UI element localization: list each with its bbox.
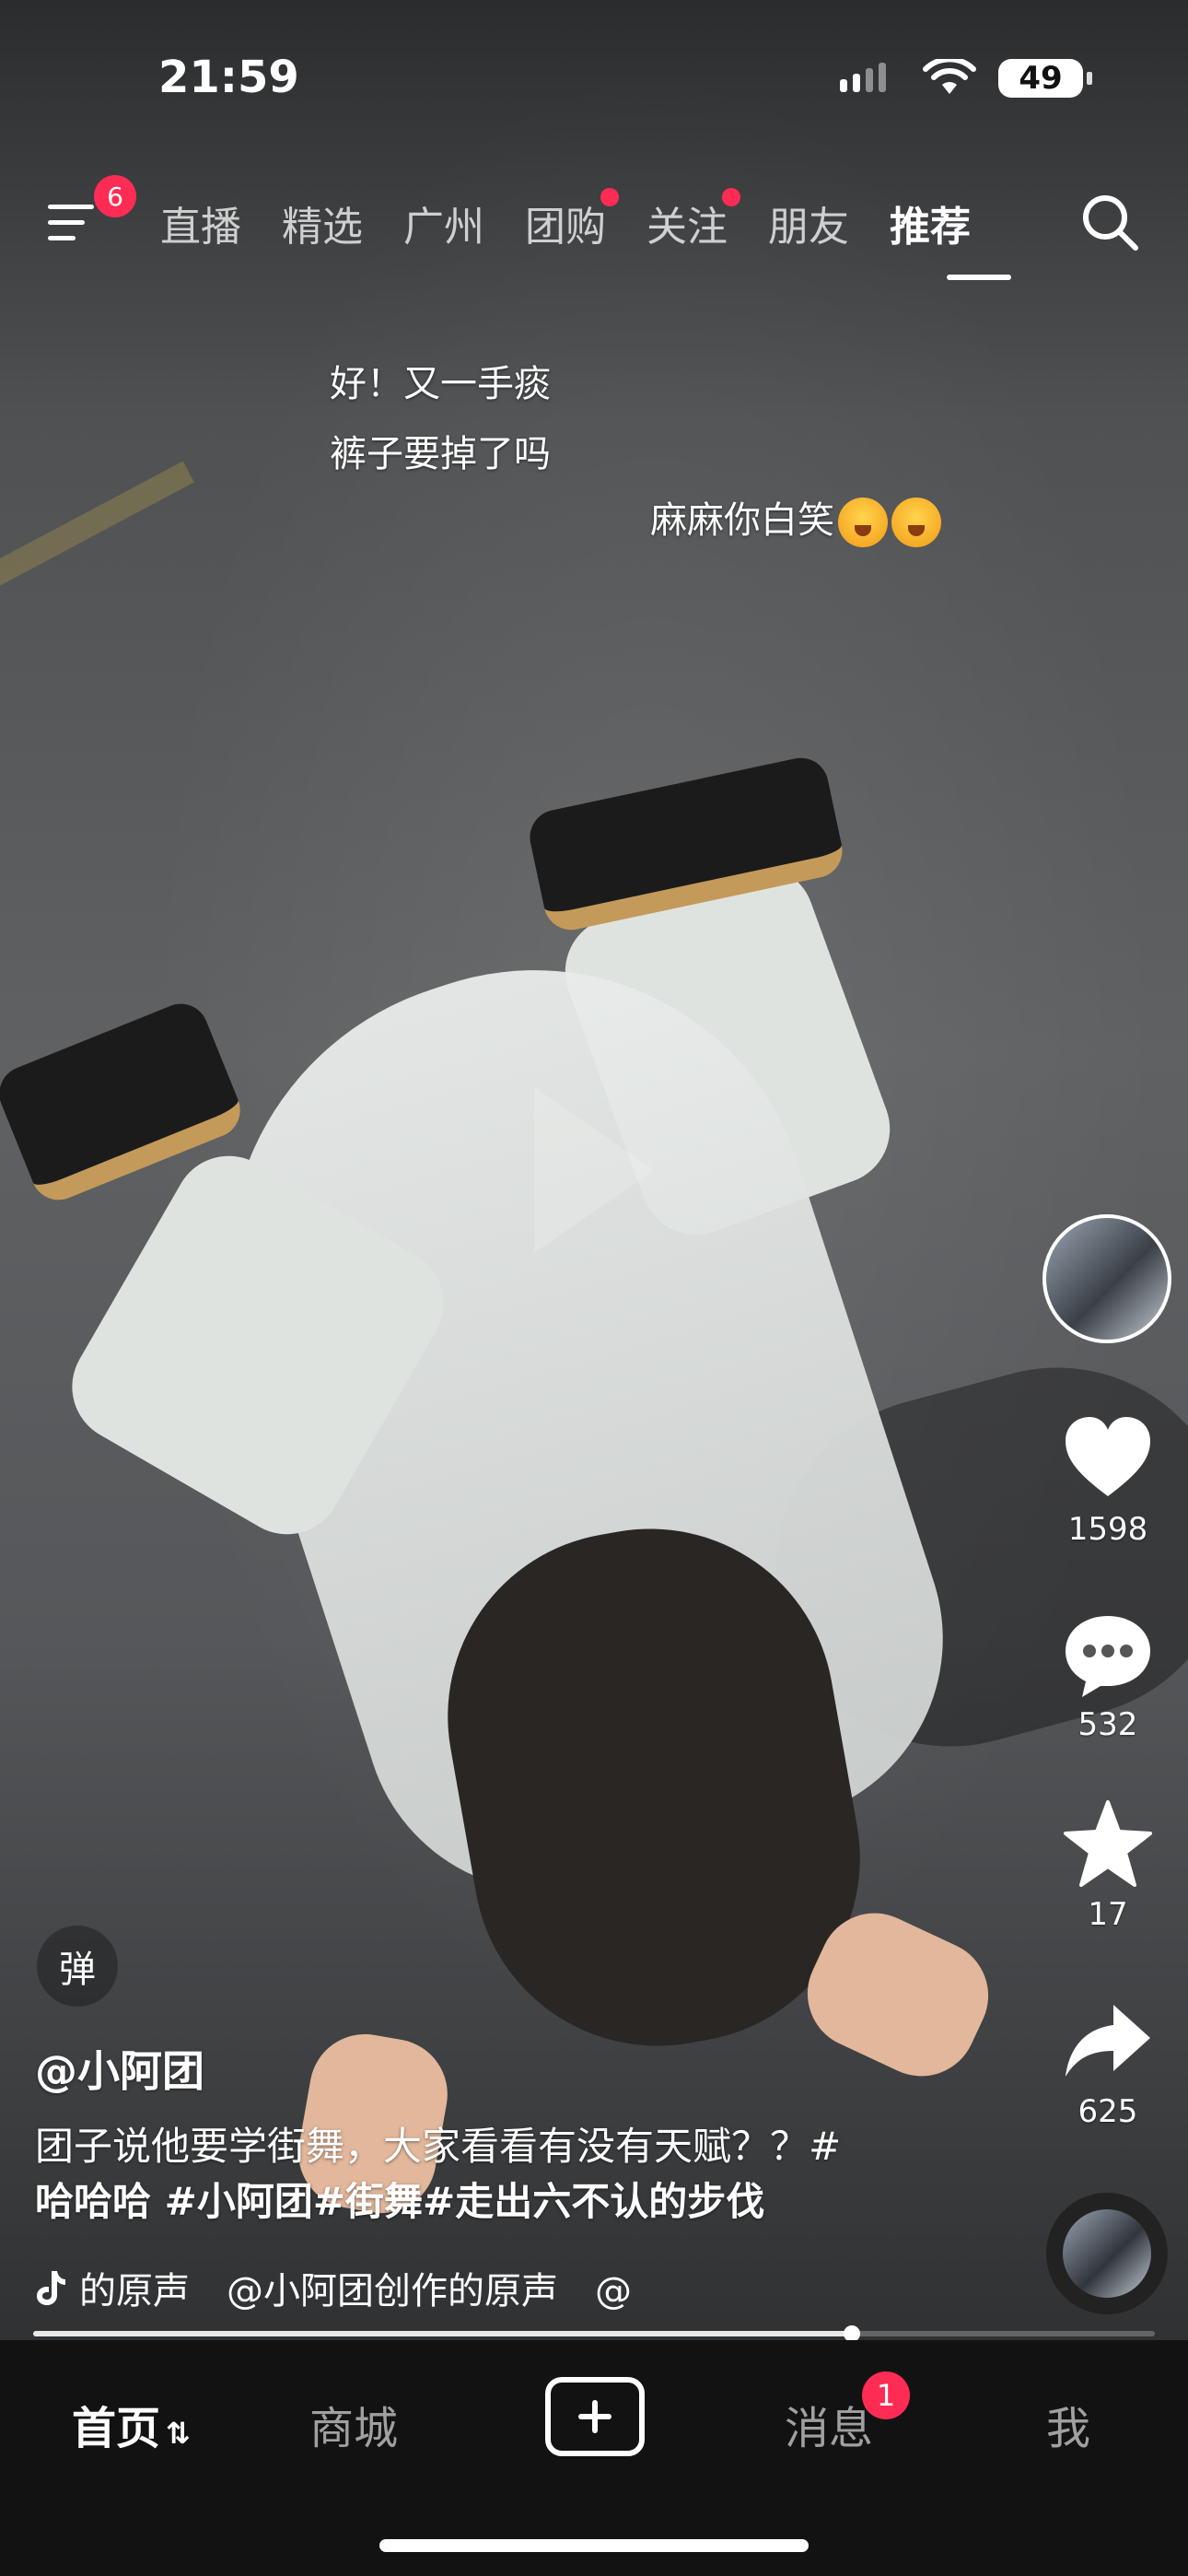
- tab-me[interactable]: 我: [1046, 2392, 1090, 2456]
- danmaku-toggle-button[interactable]: 弹: [37, 1926, 118, 2007]
- video-progress-bar[interactable]: [33, 2325, 1155, 2342]
- music-info[interactable]: 的原声 @小阿团创作的原声 @: [35, 2261, 698, 2314]
- tab-group-buy[interactable]: 团购: [525, 188, 619, 252]
- share-arrow-icon: [1066, 2005, 1150, 2077]
- tiktok-note-icon: [37, 2271, 65, 2305]
- danmaku-text: 麻麻你白笑: [650, 499, 834, 542]
- create-post-button[interactable]: [545, 2377, 645, 2456]
- tab-local[interactable]: 广州: [403, 193, 484, 252]
- favorite-count: 17: [1088, 1896, 1128, 1933]
- like-count: 1598: [1067, 1511, 1148, 1548]
- author-name[interactable]: @小阿团: [35, 2038, 204, 2099]
- plus-icon: [578, 2400, 611, 2433]
- description-hashtags[interactable]: 哈哈哈 #小阿团#街舞#走出六不认的步伐: [35, 2174, 928, 2230]
- messages-badge: 1: [862, 2371, 910, 2419]
- tab-messages[interactable]: 消息: [785, 2392, 873, 2456]
- tab-friends[interactable]: 朋友: [768, 193, 849, 252]
- video-progress-fill: [33, 2331, 853, 2336]
- danmaku-comment: 裤子要掉了吗: [330, 433, 551, 475]
- wifi-icon: [923, 59, 976, 94]
- search-icon[interactable]: [1079, 192, 1140, 252]
- comment-button[interactable]: 532: [1050, 1609, 1166, 1743]
- cellular-signal-icon: [840, 63, 886, 92]
- video-player[interactable]: [0, 0, 1188, 2340]
- tab-home-label: 首页: [72, 2403, 161, 2454]
- favorite-button[interactable]: 17: [1050, 1798, 1166, 1933]
- play-icon[interactable]: [516, 1078, 663, 1262]
- danmaku-comment: 好！又一手痰: [330, 363, 551, 405]
- danmaku-comment: 麻麻你白笑: [650, 490, 941, 547]
- tab-live[interactable]: 直播: [160, 193, 241, 252]
- active-tab-indicator: [947, 275, 1011, 280]
- menu-badge: 6: [94, 175, 136, 217]
- heart-icon: [1066, 1417, 1150, 1496]
- tab-recommended[interactable]: 推荐: [890, 193, 971, 252]
- road-marking: [0, 461, 194, 595]
- author-avatar[interactable]: [1042, 1214, 1171, 1343]
- battery-icon: 49: [998, 59, 1083, 98]
- menu-icon[interactable]: [48, 203, 99, 243]
- share-button[interactable]: 625: [1050, 1996, 1166, 2130]
- share-count: 625: [1077, 2093, 1138, 2130]
- home-indicator: [379, 2539, 809, 2552]
- crying-laughing-emoji-icon: [891, 498, 941, 547]
- status-bar: 21:59 49: [0, 0, 1188, 147]
- tab-notification-dot: [722, 188, 740, 206]
- tab-following[interactable]: 关注: [646, 188, 740, 252]
- music-disc-icon[interactable]: [1046, 2193, 1168, 2314]
- tab-mall[interactable]: 商城: [309, 2392, 398, 2456]
- comment-count: 532: [1077, 1706, 1138, 1743]
- tab-notification-dot: [600, 188, 619, 206]
- comment-icon: [1066, 1616, 1150, 1697]
- tab-featured[interactable]: 精选: [282, 193, 363, 252]
- top-tabs: 直播 精选 广州 团购 关注 朋友 推荐: [160, 188, 1011, 252]
- video-description[interactable]: 团子说他要学街舞，大家看看有没有天赋？？# 哈哈哈 #小阿团#街舞#走出六不认的…: [35, 2119, 928, 2230]
- battery-tip: [1087, 72, 1092, 85]
- music-title: 的原声 @小阿团创作的原声 @: [79, 2270, 632, 2313]
- like-button[interactable]: 1598: [1050, 1413, 1166, 1548]
- status-time: 21:59: [158, 52, 299, 103]
- star-icon: [1064, 1800, 1152, 1887]
- tab-home[interactable]: 首页 ⇅: [72, 2392, 191, 2456]
- crying-laughing-emoji-icon: [838, 498, 888, 547]
- description-text: 团子说他要学街舞，大家看看有没有天赋？？#: [35, 2124, 842, 2169]
- switch-arrows-icon: ⇅: [166, 2416, 191, 2451]
